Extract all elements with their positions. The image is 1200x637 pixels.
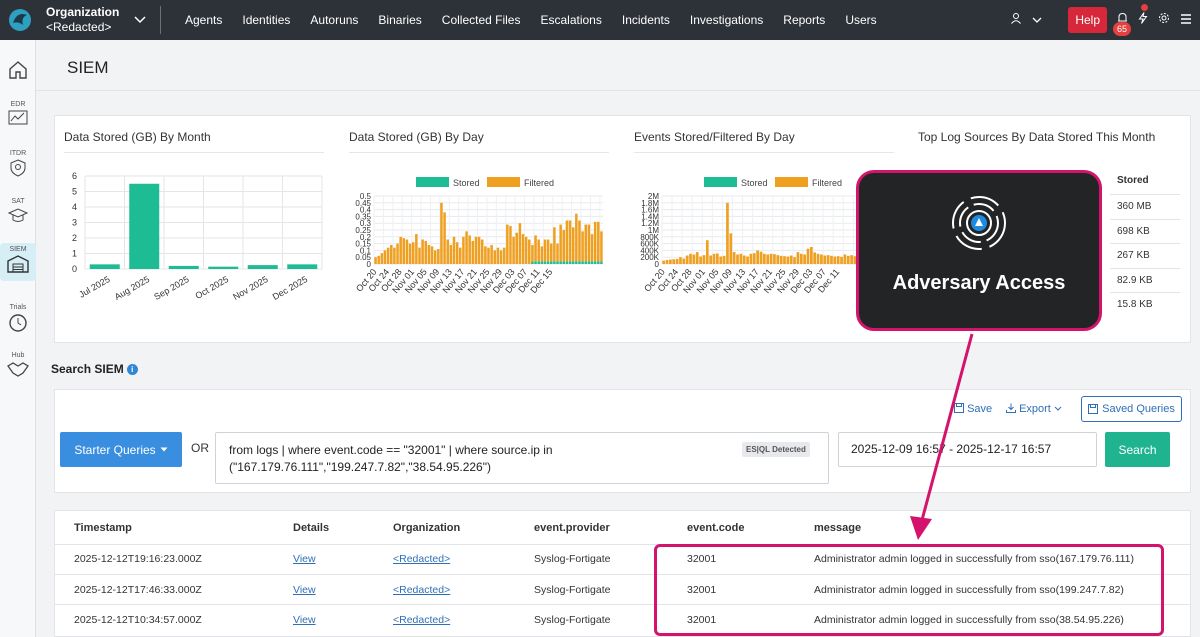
adversary-access-callout: Adversary Access (856, 170, 1102, 331)
radar-logo-icon (952, 196, 1006, 250)
callout-text: Adversary Access (892, 272, 1066, 294)
